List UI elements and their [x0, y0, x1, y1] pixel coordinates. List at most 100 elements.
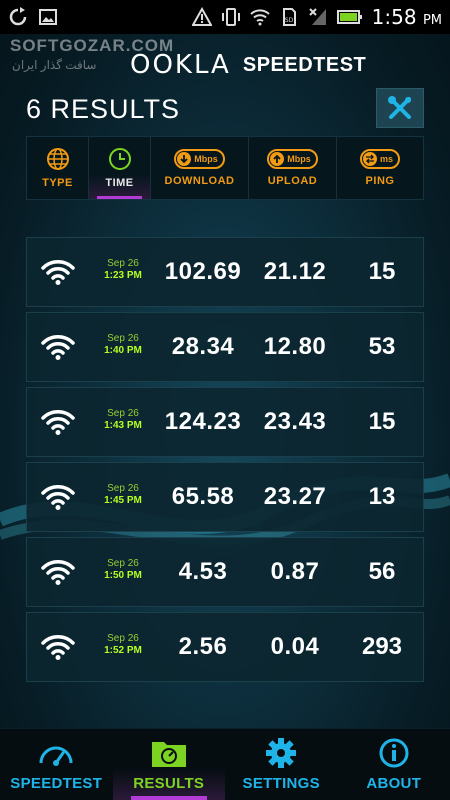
- result-time: 1:40 PM: [104, 345, 142, 356]
- clock: 1:58 PM: [372, 5, 442, 29]
- clock-time: 1:58: [371, 5, 417, 29]
- result-time: 1:45 PM: [104, 495, 142, 506]
- sync-icon: [9, 7, 27, 26]
- ping-icon: ms: [359, 149, 400, 169]
- clock-icon: [108, 148, 131, 170]
- sd-card-icon: SD: [282, 8, 296, 26]
- result-ping: 53: [368, 333, 396, 360]
- clock-ampm: PM: [422, 13, 442, 28]
- result-date: Sep 26: [107, 333, 139, 344]
- result-time: 1:23 PM: [104, 270, 142, 281]
- ping-unit: ms: [379, 154, 393, 164]
- result-datetime: Sep 26 1:23 PM: [95, 258, 151, 282]
- result-download: 28.34: [171, 333, 235, 360]
- result-time: 1:52 PM: [104, 645, 142, 656]
- wifi-icon: [41, 410, 75, 435]
- speedometer-icon: [39, 746, 73, 766]
- gear-icon: [266, 738, 297, 768]
- nav-about[interactable]: ABOUT: [338, 729, 450, 800]
- sort-tab-download[interactable]: Mbps DOWNLOAD: [151, 137, 249, 199]
- result-download: 65.58: [171, 483, 235, 510]
- tools-icon: [388, 96, 411, 119]
- vibrate-icon: [221, 8, 240, 26]
- brand-logo: OOKLA SPEEDTEST: [130, 50, 366, 80]
- sort-tab-label: PING: [365, 175, 395, 187]
- tools-button[interactable]: [376, 88, 424, 128]
- nav-label: RESULTS: [133, 775, 205, 792]
- result-ping: 293: [361, 633, 403, 660]
- nav-label: SPEEDTEST: [10, 775, 103, 792]
- result-upload: 0.87: [270, 558, 320, 585]
- result-row[interactable]: Sep 26 1:45 PM 65.58 23.27 13: [26, 462, 424, 532]
- result-download: 4.53: [178, 558, 228, 585]
- sort-tab-label: TYPE: [42, 177, 73, 189]
- result-row[interactable]: Sep 26 1:23 PM 102.69 21.12 15: [26, 237, 424, 307]
- result-date: Sep 26: [107, 408, 139, 419]
- upload-icon: Mbps: [267, 149, 318, 169]
- result-upload: 0.04: [270, 633, 320, 660]
- image-icon: [39, 9, 57, 25]
- nav-results[interactable]: RESULTS: [112, 729, 225, 800]
- nav-label: SETTINGS: [242, 775, 320, 792]
- result-datetime: Sep 26 1:45 PM: [95, 483, 151, 507]
- signal-icon: [308, 8, 326, 25]
- result-date: Sep 26: [107, 258, 139, 269]
- result-ping: 13: [368, 483, 396, 510]
- result-download: 102.69: [164, 258, 242, 285]
- nav-label: ABOUT: [366, 775, 422, 792]
- wifi-icon: [41, 485, 75, 510]
- sort-tab-label: TIME: [105, 177, 134, 189]
- result-date: Sep 26: [107, 633, 139, 644]
- result-datetime: Sep 26 1:43 PM: [95, 408, 151, 432]
- result-datetime: Sep 26 1:50 PM: [95, 558, 151, 582]
- wifi-icon: [41, 335, 75, 360]
- bottom-nav: SPEEDTEST RESULTS SETTINGS ABOUT: [0, 728, 450, 800]
- sort-tab-label: UPLOAD: [267, 175, 318, 187]
- sort-tab-label: DOWNLOAD: [164, 175, 235, 187]
- result-date: Sep 26: [107, 483, 139, 494]
- upload-unit: Mbps: [287, 154, 311, 164]
- result-time: 1:43 PM: [104, 420, 142, 431]
- result-download: 2.56: [178, 633, 228, 660]
- result-upload: 23.43: [263, 408, 327, 435]
- result-row[interactable]: Sep 26 1:50 PM 4.53 0.87 56: [26, 537, 424, 607]
- download-unit: Mbps: [194, 154, 218, 164]
- nav-speedtest[interactable]: SPEEDTEST: [0, 729, 113, 800]
- sort-tab-upload[interactable]: Mbps UPLOAD: [249, 137, 337, 199]
- svg-text:SD: SD: [284, 17, 293, 24]
- result-ping: 56: [368, 558, 396, 585]
- results-list: Sep 26 1:23 PM 102.69 21.12 15 Sep 26 1:40 PM 2…: [26, 237, 424, 687]
- wifi-icon: [41, 260, 75, 285]
- result-datetime: Sep 26 1:40 PM: [95, 333, 151, 357]
- result-row[interactable]: Sep 26 1:52 PM 2.56 0.04 293: [26, 612, 424, 682]
- wifi-icon: [41, 635, 75, 660]
- wifi-status-icon: [249, 9, 270, 26]
- result-upload: 21.12: [263, 258, 327, 285]
- result-upload: 23.27: [263, 483, 327, 510]
- info-icon: [379, 738, 409, 768]
- sort-bar: TYPE TIME Mbps DOWNLOAD Mbps UPLOAD ms P…: [26, 136, 424, 200]
- nav-settings[interactable]: SETTINGS: [225, 729, 338, 800]
- battery-icon: [336, 10, 362, 24]
- result-upload: 12.80: [263, 333, 327, 360]
- result-row[interactable]: Sep 26 1:40 PM 28.34 12.80 53: [26, 312, 424, 382]
- wifi-icon: [41, 560, 75, 585]
- result-time: 1:50 PM: [104, 570, 142, 581]
- status-bar: SD 1:58 PM: [0, 0, 450, 34]
- result-download: 124.23: [164, 408, 242, 435]
- sort-tab-ping[interactable]: ms PING: [337, 137, 423, 199]
- result-datetime: Sep 26 1:52 PM: [95, 633, 151, 657]
- warning-icon: [191, 7, 212, 26]
- watermark-subtext: سافت گذار ایران: [12, 58, 97, 72]
- page-title: 6 RESULTS: [26, 94, 181, 124]
- sort-tab-time[interactable]: TIME: [89, 137, 151, 199]
- brand-name: OOKLA: [130, 50, 231, 80]
- result-row[interactable]: Sep 26 1:43 PM 124.23 23.43 15: [26, 387, 424, 457]
- result-ping: 15: [368, 258, 396, 285]
- product-name: SPEEDTEST: [242, 53, 367, 76]
- download-icon: Mbps: [174, 149, 225, 169]
- folder-chart-icon: [151, 742, 186, 767]
- result-date: Sep 26: [107, 558, 139, 569]
- result-ping: 15: [368, 408, 396, 435]
- sort-tab-type[interactable]: TYPE: [27, 137, 89, 199]
